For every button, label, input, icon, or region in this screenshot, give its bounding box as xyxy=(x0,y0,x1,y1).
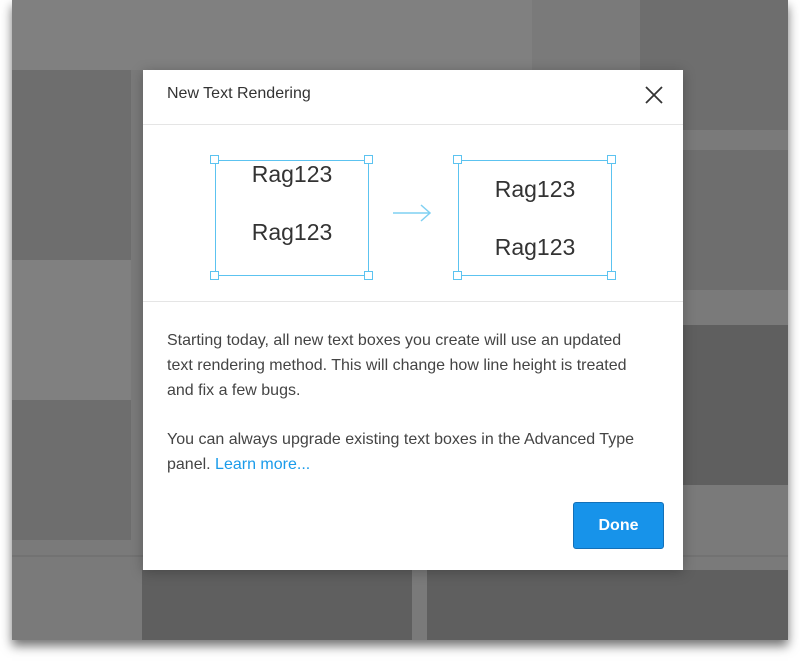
background-canvas xyxy=(12,0,532,70)
selection-handle xyxy=(210,155,219,164)
after-line-1: Rag123 xyxy=(494,176,576,202)
before-line-1: Rag123 xyxy=(251,161,333,187)
dialog-title: New Text Rendering xyxy=(167,85,311,102)
selection-handle xyxy=(364,155,373,164)
before-text-box: Rag123 Rag123 xyxy=(215,160,369,276)
selection-handle xyxy=(453,271,462,280)
upgrade-paragraph: You can always upgrade existing text box… xyxy=(167,427,647,477)
selection-handle xyxy=(210,271,219,280)
description-paragraph: Starting today, all new text boxes you c… xyxy=(167,332,627,399)
close-button[interactable] xyxy=(639,80,669,110)
background-bottom-panel-2 xyxy=(427,570,788,640)
selection-handle xyxy=(607,271,616,280)
done-button[interactable]: Done xyxy=(573,502,664,549)
arrow-right-icon xyxy=(393,204,432,222)
background-left-panel-3 xyxy=(12,400,131,540)
app-window: New Text Rendering Rag123 Rag123 Rag123 … xyxy=(12,0,788,640)
text-rendering-illustration: Rag123 Rag123 Rag123 Rag123 xyxy=(143,125,683,302)
before-line-2: Rag123 xyxy=(251,219,333,245)
after-line-2: Rag123 xyxy=(494,234,576,260)
selection-handle xyxy=(453,155,462,164)
close-icon xyxy=(645,86,663,104)
after-text-box: Rag123 Rag123 xyxy=(458,160,612,276)
selection-handle xyxy=(364,271,373,280)
background-bottom-panel xyxy=(142,570,412,640)
selection-handle xyxy=(607,155,616,164)
dialog-body: Starting today, all new text boxes you c… xyxy=(167,328,647,501)
dialog-header: New Text Rendering xyxy=(143,70,683,125)
new-text-rendering-dialog: New Text Rendering Rag123 Rag123 Rag123 … xyxy=(143,70,683,570)
background-left-panel xyxy=(12,70,131,260)
learn-more-link[interactable]: Learn more... xyxy=(215,456,310,473)
background-left-panel-2 xyxy=(12,260,131,400)
